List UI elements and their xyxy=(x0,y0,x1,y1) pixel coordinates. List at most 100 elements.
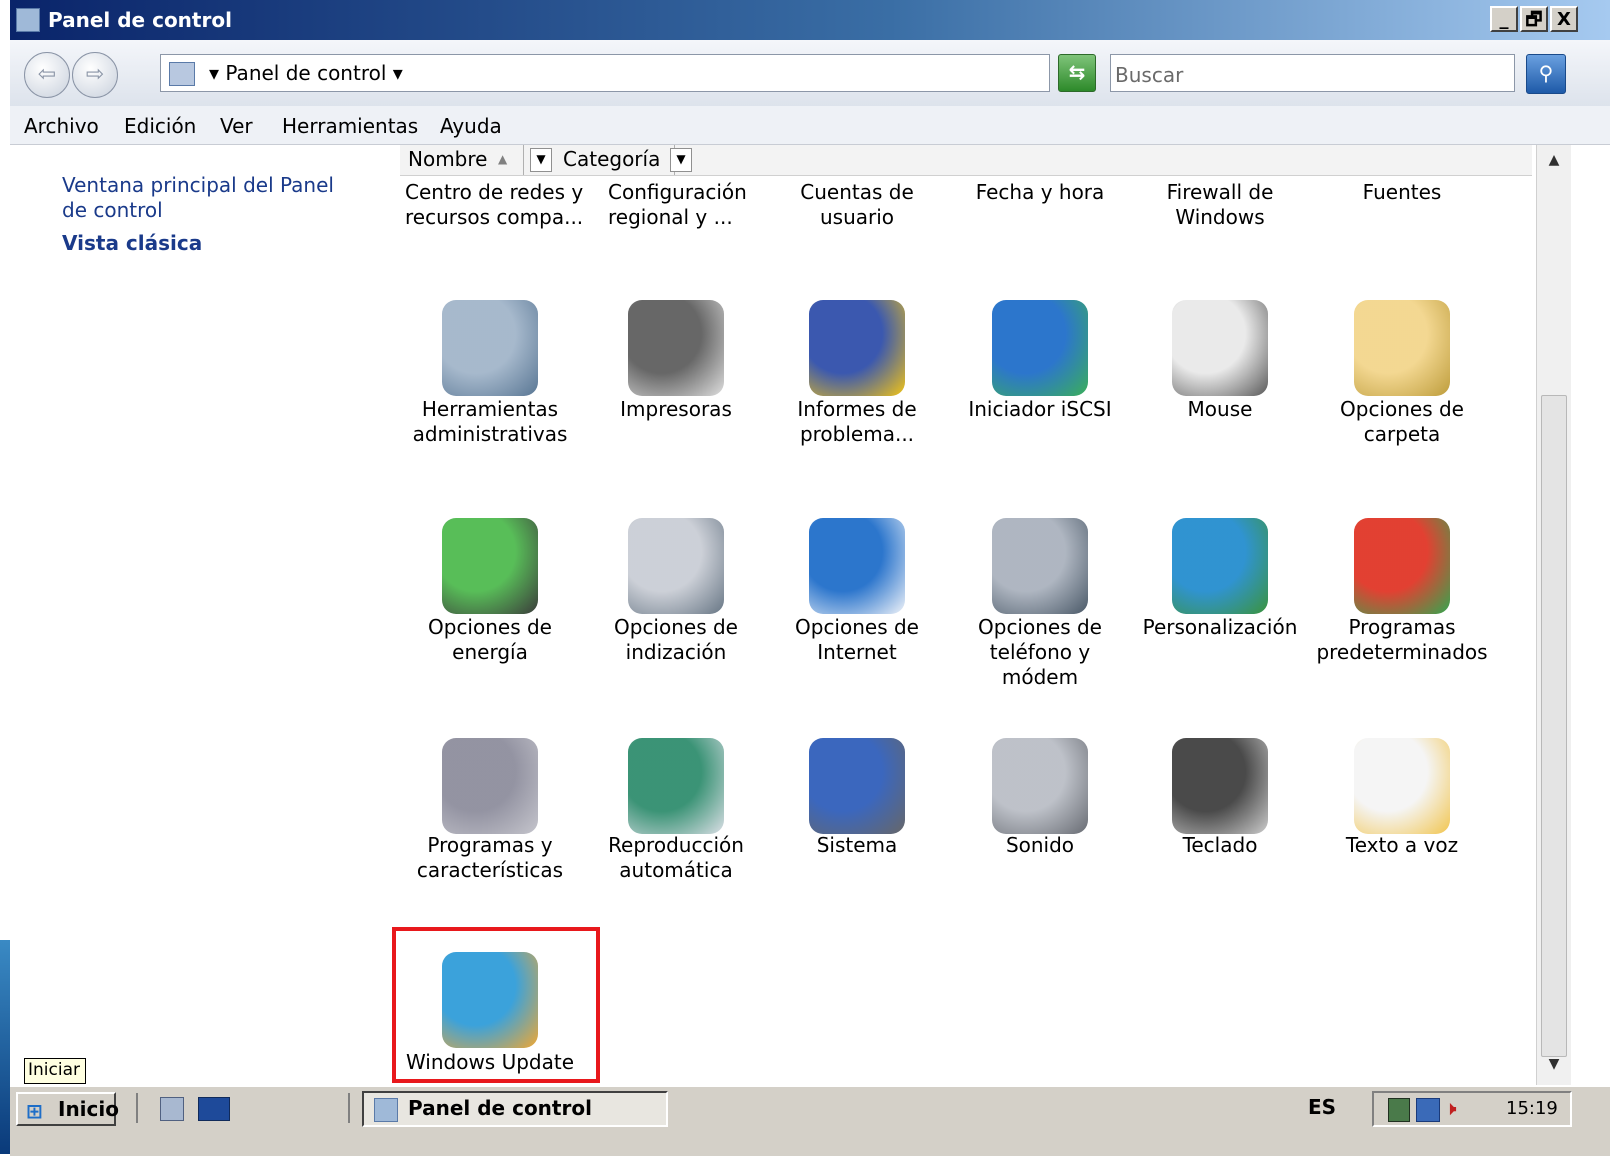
mouse-icon xyxy=(1172,300,1268,396)
task-label: Panel de control xyxy=(408,1096,592,1120)
column-name-dropdown-icon[interactable]: ▼ xyxy=(530,148,552,172)
item-text-to-speech[interactable]: Texto a voz xyxy=(1312,738,1492,858)
start-label: Inicio xyxy=(58,1097,119,1121)
item-admin-tools[interactable]: Herramientas administrativas xyxy=(400,300,580,447)
item-label-line1: Reproducción xyxy=(608,833,744,857)
item-fonts[interactable]: Fuentes xyxy=(1312,180,1492,205)
system-icon xyxy=(809,738,905,834)
item-label-line1: Opciones de xyxy=(614,615,738,639)
title-bar[interactable]: Panel de control _ 🗗 X xyxy=(10,0,1610,40)
control-panel-icon xyxy=(16,8,40,32)
start-tooltip: Iniciar xyxy=(24,1058,86,1084)
item-printer[interactable]: Impresoras xyxy=(586,300,766,422)
control-panel-home-link[interactable]: Ventana principal del Panel de control xyxy=(62,173,362,223)
item-date-time[interactable]: Fecha y hora xyxy=(950,180,1130,205)
item-system[interactable]: Sistema xyxy=(767,738,947,858)
item-user-accounts[interactable]: Cuentas de usuario xyxy=(797,180,917,230)
language-indicator[interactable]: ES xyxy=(1308,1095,1336,1119)
keyboard-icon xyxy=(1172,738,1268,834)
server-manager-icon[interactable] xyxy=(160,1097,184,1121)
menu-herramientas[interactable]: Herramientas xyxy=(282,114,418,138)
item-label-line1: Personalización xyxy=(1142,615,1298,639)
item-label-line1: Informes de xyxy=(797,397,917,421)
forward-button[interactable]: ⇨ xyxy=(72,52,118,98)
sound-icon xyxy=(992,738,1088,834)
scroll-thumb[interactable] xyxy=(1541,395,1567,1057)
search-input[interactable]: Buscar xyxy=(1110,54,1515,92)
item-indexing-options[interactable]: Opciones de indización xyxy=(586,518,766,665)
item-label-line1: Sonido xyxy=(1005,833,1075,857)
taskbar-control-panel-button[interactable]: Panel de control xyxy=(362,1091,668,1127)
close-button[interactable]: X xyxy=(1550,6,1578,32)
search-icon[interactable]: ⚲ xyxy=(1526,54,1566,94)
address-bar: ⇦ ⇨ ▾ Panel de control ▾ ▼ ⇆ Buscar ⚲ xyxy=(10,40,1610,107)
item-programs-features[interactable]: Programas y características xyxy=(400,738,580,883)
window-title: Panel de control xyxy=(48,8,232,32)
menu-ayuda[interactable]: Ayuda xyxy=(440,114,502,138)
maximize-button[interactable]: 🗗 xyxy=(1520,6,1548,32)
item-label-line2: carpeta xyxy=(1363,422,1441,446)
item-keyboard[interactable]: Teclado xyxy=(1130,738,1310,858)
item-firewall[interactable]: Firewall de Windows xyxy=(1160,180,1280,230)
item-label-line2: problema... xyxy=(799,422,915,446)
item-label-line1: Texto a voz xyxy=(1345,833,1459,857)
address-field[interactable]: ▾ Panel de control ▾ ▼ xyxy=(160,54,1173,92)
control-panel-folder-icon xyxy=(169,62,195,86)
menu-bar: Archivo Edición Ver Herramientas Ayuda xyxy=(10,106,1610,145)
show-desktop-icon[interactable] xyxy=(198,1097,230,1121)
column-name[interactable]: Nombre ▲ xyxy=(400,145,524,175)
column-category-label: Categoría xyxy=(563,147,661,171)
volume-muted-icon[interactable]: 🕨 xyxy=(1444,1096,1457,1120)
item-label-line1: Programas xyxy=(1348,615,1456,639)
minimize-button[interactable]: _ xyxy=(1490,6,1518,32)
internet-options-icon xyxy=(809,518,905,614)
item-label-line2: Internet xyxy=(817,640,897,664)
tray-device-icon[interactable] xyxy=(1388,1098,1410,1122)
item-problem-reports[interactable]: Informes de problema... xyxy=(767,300,947,447)
item-power-options[interactable]: Opciones de energía xyxy=(400,518,580,665)
windows-logo-icon: ⊞ xyxy=(26,1099,43,1123)
item-default-programs[interactable]: Programas predeterminados xyxy=(1312,518,1492,665)
scroll-up-icon[interactable]: ▲ xyxy=(1541,147,1567,173)
item-network-center[interactable]: Centro de redes y recursos compa... xyxy=(405,180,585,230)
printer-icon xyxy=(628,300,724,396)
menu-edicion[interactable]: Edición xyxy=(124,114,196,138)
column-category-dropdown-icon[interactable]: ▼ xyxy=(670,148,692,172)
item-regional-config[interactable]: Configuración regional y ... xyxy=(608,180,758,230)
item-sound[interactable]: Sonido xyxy=(950,738,1130,858)
scroll-down-icon[interactable]: ▼ xyxy=(1541,1051,1567,1077)
vertical-scrollbar[interactable]: ▲ ▼ xyxy=(1536,145,1571,1085)
system-tray: 🕨 15:19 xyxy=(1372,1091,1572,1127)
item-label-line1: Herramientas xyxy=(421,397,559,421)
network-icon[interactable] xyxy=(1416,1098,1440,1122)
sort-up-icon: ▲ xyxy=(498,152,508,166)
programs-features-icon xyxy=(442,738,538,834)
start-button[interactable]: ⊞ Inicio xyxy=(16,1092,119,1126)
item-label-line2: teléfono y módem xyxy=(989,640,1091,689)
item-autoplay[interactable]: Reproducción automática xyxy=(586,738,766,883)
back-button[interactable]: ⇦ xyxy=(24,52,70,98)
item-label-line1: Opciones de xyxy=(1340,397,1464,421)
item-mouse[interactable]: Mouse xyxy=(1130,300,1310,422)
item-internet-options[interactable]: Opciones de Internet xyxy=(767,518,947,665)
item-personalization[interactable]: Personalización xyxy=(1130,518,1310,640)
windows-update-highlight xyxy=(392,927,600,1083)
item-phone-modem[interactable]: Opciones de teléfono y módem xyxy=(950,518,1130,690)
taskbar-separator xyxy=(136,1093,138,1123)
classic-view-link[interactable]: Vista clásica xyxy=(62,231,362,255)
problem-reports-icon xyxy=(809,300,905,396)
menu-archivo[interactable]: Archivo xyxy=(24,114,99,138)
item-label-line1: Teclado xyxy=(1182,833,1258,857)
menu-ver[interactable]: Ver xyxy=(220,114,253,138)
clock[interactable]: 15:19 xyxy=(1506,1098,1558,1119)
item-label-line2: administrativas xyxy=(412,422,568,446)
refresh-button[interactable]: ⇆ xyxy=(1058,54,1096,92)
breadcrumb[interactable]: ▾ Panel de control ▾ xyxy=(209,61,403,85)
column-category[interactable]: Categoría xyxy=(555,145,675,175)
item-label-line1: Impresoras xyxy=(620,397,732,421)
item-iscsi-globe[interactable]: Iniciador iSCSI xyxy=(950,300,1130,422)
item-folder-options[interactable]: Opciones de carpeta xyxy=(1312,300,1492,447)
folder-options-icon xyxy=(1354,300,1450,396)
item-label-line2: indización xyxy=(625,640,727,664)
column-header: Nombre ▲ ▼ Categoría ▼ xyxy=(400,145,1532,176)
